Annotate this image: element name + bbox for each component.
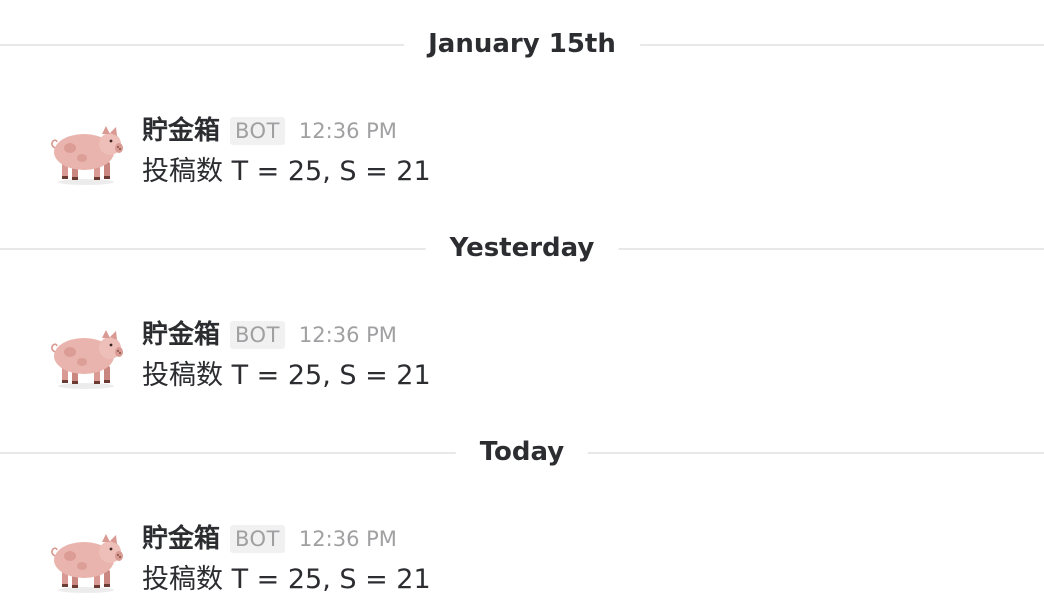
message-text: 投稿数 T = 25, S = 21 (142, 564, 431, 595)
day-divider-label[interactable]: Today (455, 433, 589, 471)
message-text: 投稿数 T = 25, S = 21 (142, 360, 431, 391)
day-section: January 15th 貯金箱 BOT 12:36 PM 投稿数 T = 25… (0, 0, 1044, 204)
sender-name[interactable]: 貯金箱 (142, 112, 220, 150)
message-header: 貯金箱 BOT 12:36 PM (142, 316, 397, 356)
message[interactable]: 貯金箱 BOT 12:36 PM 投稿数 T = 25, S = 21 (48, 316, 1008, 400)
message-timestamp[interactable]: 12:36 PM (299, 525, 397, 553)
day-divider-label[interactable]: January 15th (404, 25, 640, 63)
message-header: 貯金箱 BOT 12:36 PM (142, 112, 397, 152)
message-timestamp[interactable]: 12:36 PM (299, 117, 397, 145)
message[interactable]: 貯金箱 BOT 12:36 PM 投稿数 T = 25, S = 21 (48, 520, 1008, 604)
message-header: 貯金箱 BOT 12:36 PM (142, 520, 397, 560)
day-divider: Today (0, 432, 1044, 472)
message-text: 投稿数 T = 25, S = 21 (142, 156, 431, 187)
day-divider: January 15th (0, 24, 1044, 64)
day-divider-label[interactable]: Yesterday (425, 229, 619, 267)
sender-name[interactable]: 貯金箱 (142, 520, 220, 558)
day-section: Yesterday 貯金箱 BOT 12:36 PM 投稿数 T = 25, S… (0, 204, 1044, 408)
pig-icon[interactable] (48, 526, 124, 594)
message-timestamp[interactable]: 12:36 PM (299, 321, 397, 349)
message[interactable]: 貯金箱 BOT 12:36 PM 投稿数 T = 25, S = 21 (48, 112, 1008, 196)
bot-badge: BOT (230, 117, 285, 145)
sender-name[interactable]: 貯金箱 (142, 316, 220, 354)
day-divider: Yesterday (0, 228, 1044, 268)
bot-badge: BOT (230, 321, 285, 349)
bot-badge: BOT (230, 525, 285, 553)
pig-icon[interactable] (48, 118, 124, 186)
day-section: Today 貯金箱 BOT 12:36 PM 投稿数 T = 25, S = 2… (0, 408, 1044, 612)
pig-icon[interactable] (48, 322, 124, 390)
